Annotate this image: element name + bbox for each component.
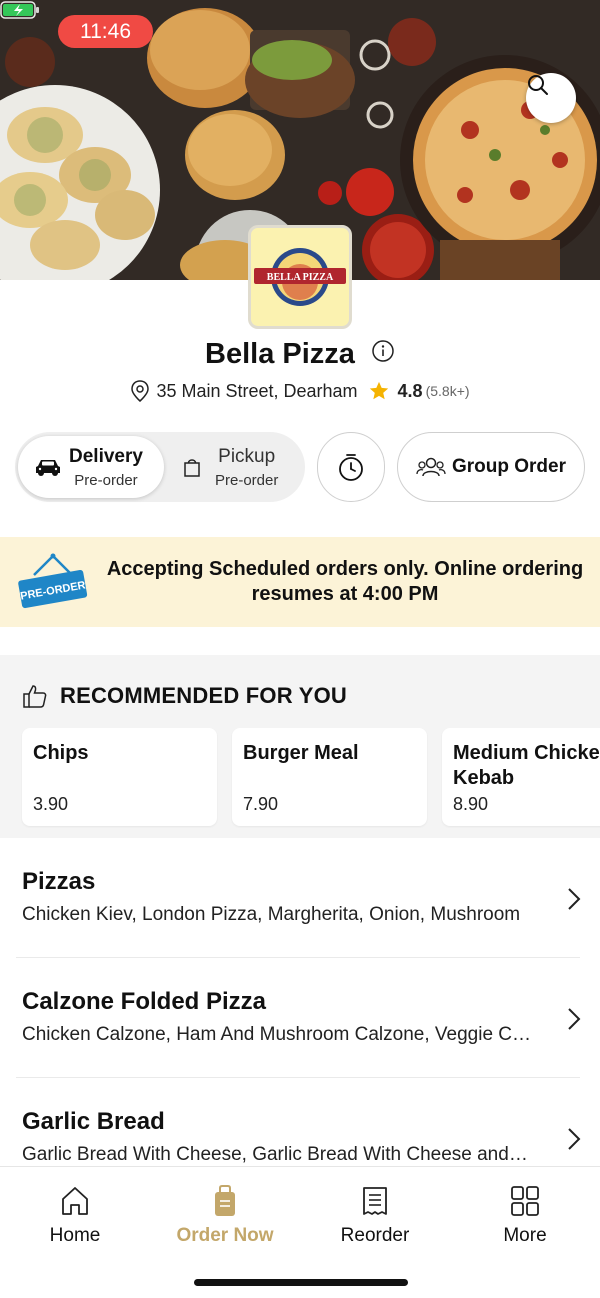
nav-more-label: More [503,1225,547,1246]
store-address: 35 Main Street, Dearham [156,380,358,401]
category-name: Garlic Bread [22,1108,165,1135]
preorder-banner: Accepting Scheduled orders only. Online … [0,537,600,627]
divider [16,1077,580,1078]
rating-count: (5.8k+) [425,383,470,399]
order-bag-icon [215,1185,235,1216]
divider [16,957,580,958]
location-pin-icon [131,380,150,402]
group-order-button[interactable]: Group Order [397,432,585,502]
pickup-sub: Pre-order [215,471,279,489]
home-indicator [194,1279,408,1286]
nav-home-label: Home [49,1225,101,1246]
recommended-item-price: 8.90 [453,794,489,814]
pickup-label: Pickup [218,445,276,467]
logo-text: BELLA PIZZA [267,272,334,283]
search-icon [528,75,548,95]
category-row-garlic-bread[interactable]: Garlic Bread Garlic Bread With Cheese, G… [22,1108,582,1166]
receipt-icon [363,1187,387,1215]
nav-home[interactable]: Home [15,1185,135,1247]
home-icon [62,1187,88,1215]
store-name-row: Bella Pizza [0,337,600,371]
category-row-calzone[interactable]: Calzone Folded Pizza Chicken Calzone, Ha… [22,988,582,1046]
chevron-right-icon [568,1128,581,1150]
nav-reorder[interactable]: Reorder [315,1185,435,1247]
bag-icon [184,459,200,477]
category-description: Chicken Calzone, Ham And Mushroom Calzon… [22,1024,532,1045]
info-icon[interactable] [371,338,395,371]
thumbs-up-icon [23,685,47,708]
store-name: Bella Pizza [205,337,355,370]
nav-reorder-label: Reorder [340,1225,410,1246]
grid-icon [511,1186,539,1216]
chevron-right-icon [568,1008,581,1030]
search-button[interactable] [526,73,576,123]
delivery-option[interactable]: Delivery Pre-order [35,432,143,502]
banner-message: Accepting Scheduled orders only. Online … [106,558,584,605]
stopwatch-icon [339,454,363,481]
order-mode-toggle: Delivery Pre-order Pickup Pre-order [15,432,305,502]
category-description: Garlic Bread With Cheese, Garlic Bread W… [22,1144,532,1165]
group-icon [416,457,446,477]
address-rating-row: 35 Main Street, Dearham 4.8 (5.8k+) [0,380,600,402]
rating-value: 4.8 [397,380,423,401]
recommended-item-name: Chips [33,742,89,764]
nav-order-now[interactable]: Order Now [165,1185,285,1247]
recommended-title: RECOMMENDED FOR YOU [60,683,347,708]
pickup-option[interactable]: Pickup Pre-order [183,432,278,502]
star-icon [369,381,388,400]
preorder-sign-icon: PRE-ORDER [18,553,88,609]
recommended-card[interactable]: Chips 3.90 [22,728,217,826]
category-description: Chicken Kiev, London Pizza, Margherita, … [22,904,521,925]
category-row-pizzas[interactable]: Pizzas Chicken Kiev, London Pizza, Margh… [22,868,582,926]
category-name: Calzone Folded Pizza [22,988,267,1015]
recommended-item-price: 7.90 [243,794,279,814]
car-icon [36,460,60,476]
delivery-label: Delivery [69,445,143,467]
recommended-item-name: Medium Chicken Kebab [453,742,600,789]
battery-icon [0,1,39,19]
recommended-title-row: RECOMMENDED FOR YOU [22,683,347,709]
recommended-card[interactable]: Medium Chicken Kebab 8.90 [442,728,600,826]
status-time: 11:46 [58,15,153,48]
recommended-item-price: 3.90 [33,794,69,814]
recommended-item-name: Burger Meal [243,742,359,764]
nav-more[interactable]: More [465,1185,585,1247]
schedule-button[interactable] [317,432,385,502]
store-logo: BELLA PIZZA [248,225,352,329]
category-name: Pizzas [22,868,96,895]
bella-pizza-logo: BELLA PIZZA [254,248,346,306]
nav-order-now-label: Order Now [176,1225,274,1246]
chevron-right-icon [568,888,581,910]
delivery-sub: Pre-order [74,471,138,489]
recommended-card[interactable]: Burger Meal 7.90 [232,728,427,826]
group-order-label: Group Order [451,456,566,477]
